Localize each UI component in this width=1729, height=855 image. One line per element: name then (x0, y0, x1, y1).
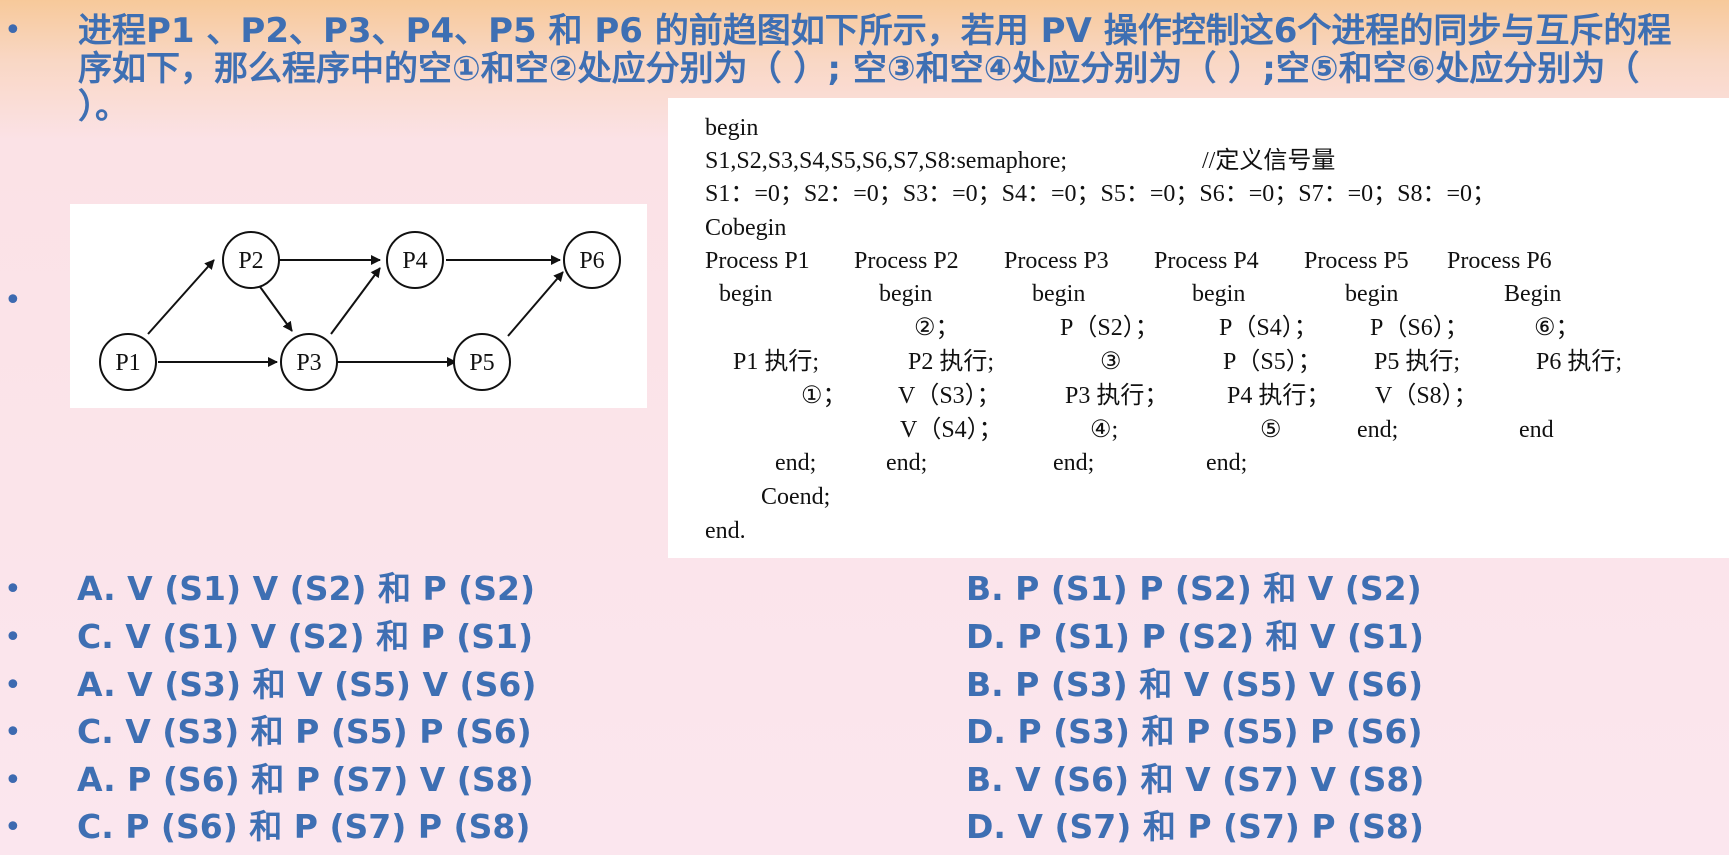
p1-exec: P1 执行; (733, 349, 820, 375)
code-comment: //定义信号量 (1202, 148, 1336, 174)
p2-exec: P2 执行; (908, 349, 995, 375)
p6-end: end (1519, 417, 1554, 443)
option-q2-a[interactable]: A. V (S3) 和 V (S5) V (S6) (77, 666, 536, 704)
proc-header-p1: Process P1 (705, 248, 810, 274)
option-q1-a[interactable]: A. V (S1) V (S2) 和 P (S2) (77, 570, 535, 608)
code-declaration: S1,S2,S3,S4,S5,S6,S7,S8:semaphore; (705, 148, 1068, 174)
blank-5: ⑤ (1260, 417, 1282, 443)
p4-wait-s4: P（S4）； (1219, 315, 1318, 341)
node-label-p2: P2 (238, 248, 263, 274)
proc-header-p2: Process P2 (854, 248, 959, 274)
blank-4: ④; (1090, 417, 1119, 443)
p5-exec: P5 执行; (1374, 349, 1461, 375)
proc-begin-p6: Begin (1504, 281, 1562, 307)
proc-begin-p5: begin (1345, 281, 1399, 307)
code-begin: begin (705, 115, 759, 141)
option-bullet: • (4, 620, 22, 655)
p3-exec: P3 执行； (1065, 383, 1169, 409)
option-q3-d[interactable]: D. V (S7) 和 P (S7) P (S8) (966, 808, 1424, 846)
node-label-p1: P1 (115, 350, 140, 376)
p3-wait-s2: P（S2）； (1060, 315, 1159, 341)
proc-begin-p2: begin (879, 281, 933, 307)
p5-wait-s6: P（S6）； (1370, 315, 1469, 341)
code-init: S1：=0；S2：=0；S3：=0；S4：=0；S5：=0；S6：=0；S7：=… (705, 181, 1497, 207)
proc-header-p5: Process P5 (1304, 248, 1409, 274)
p6-exec: P6 执行; (1536, 349, 1623, 375)
option-bullet: • (4, 763, 22, 798)
p5-signal-s8: V（S8）； (1375, 383, 1478, 409)
option-q2-b[interactable]: B. P (S3) 和 V (S5) V (S6) (966, 666, 1423, 704)
p2-end: end; (886, 450, 928, 476)
blank-3: ③ (1100, 349, 1122, 375)
proc-header-p4: Process P4 (1154, 248, 1259, 274)
node-label-p6: P6 (579, 248, 604, 274)
option-q1-c[interactable]: C. V (S1) V (S2) 和 P (S1) (77, 618, 533, 656)
option-bullet: • (4, 810, 22, 845)
p1-end: end; (775, 450, 817, 476)
node-label-p3: P3 (296, 350, 321, 376)
edge-p2-p3 (257, 283, 293, 332)
option-q1-b[interactable]: B. P (S1) P (S2) 和 V (S2) (966, 570, 1422, 608)
question-bullet: • (4, 13, 22, 48)
option-bullet: • (4, 572, 22, 607)
proc-header-p3: Process P3 (1004, 248, 1109, 274)
option-q3-c[interactable]: C. P (S6) 和 P (S7) P (S8) (77, 808, 530, 846)
p3-end: end; (1053, 450, 1095, 476)
option-q3-b[interactable]: B. V (S6) 和 V (S7) V (S8) (966, 761, 1424, 799)
p4-end: end; (1206, 450, 1248, 476)
edge-p1-p2 (147, 259, 215, 335)
node-label-p4: P4 (402, 248, 427, 274)
proc-begin-p4: begin (1192, 281, 1246, 307)
diagram-bullet: • (4, 283, 22, 318)
option-q1-d[interactable]: D. P (S1) P (S2) 和 V (S1) (966, 618, 1424, 656)
blank-6: ⑥； (1534, 315, 1580, 341)
code-listing: begin S1,S2,S3,S4,S5,S6,S7,S8:semaphore;… (668, 98, 1729, 558)
p5-end: end; (1357, 417, 1399, 443)
precedence-graph: P1 P2 P3 P4 P5 P6 (70, 204, 647, 408)
proc-begin-p3: begin (1032, 281, 1086, 307)
option-bullet: • (4, 715, 22, 750)
code-end: end. (705, 518, 746, 544)
edge-p3-p4 (330, 267, 381, 335)
option-bullet: • (4, 668, 22, 703)
edge-p5-p6 (507, 271, 564, 337)
blank-2: ②； (914, 315, 960, 341)
option-q2-c[interactable]: C. V (S3) 和 P (S5) P (S6) (77, 713, 532, 751)
p2-signal-s3: V（S3）； (898, 383, 1001, 409)
option-q2-d[interactable]: D. P (S3) 和 P (S5) P (S6) (966, 713, 1423, 751)
p4-wait-s5: P（S5）； (1223, 349, 1322, 375)
proc-header-p6: Process P6 (1447, 248, 1552, 274)
option-q3-a[interactable]: A. P (S6) 和 P (S7) V (S8) (77, 761, 534, 799)
p2-signal-s4: V（S4）； (900, 417, 1003, 443)
blank-1: ①； (801, 383, 847, 409)
proc-begin-p1: begin (719, 281, 773, 307)
code-coend: Coend; (761, 484, 831, 510)
code-cobegin: Cobegin (705, 215, 787, 241)
p4-exec: P4 执行； (1227, 383, 1331, 409)
node-label-p5: P5 (469, 350, 494, 376)
